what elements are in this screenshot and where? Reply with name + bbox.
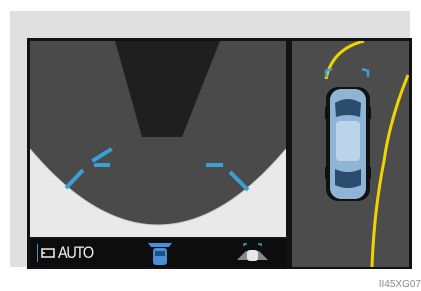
ground-area — [30, 149, 286, 237]
guide-line-right — [228, 170, 250, 192]
side-camera-image — [324, 41, 409, 267]
mode-indicator — [37, 244, 39, 262]
guide-line-yellow-left — [324, 41, 365, 80]
guide-line-yellow-right — [370, 74, 409, 267]
front-camera-view — [30, 41, 286, 237]
side-camera-view — [292, 41, 409, 267]
vehicle-hood-shadow — [115, 41, 220, 137]
view-switch-button[interactable] — [236, 242, 269, 264]
bottom-control-bar: AUTO — [30, 239, 286, 267]
figure-caption: II45XG07 — [378, 279, 421, 290]
camera-icon — [41, 247, 55, 259]
guide-corner-right — [361, 67, 370, 77]
car-front-icon — [145, 239, 175, 267]
mode-label: AUTO — [58, 243, 94, 262]
view-switch-icon — [236, 242, 269, 264]
guide-line-left — [64, 168, 85, 190]
camera-image — [30, 41, 286, 237]
guide-line-left-lower — [91, 147, 113, 163]
vehicle-top-view — [325, 87, 371, 201]
auto-mode-button[interactable]: AUTO — [37, 243, 99, 263]
